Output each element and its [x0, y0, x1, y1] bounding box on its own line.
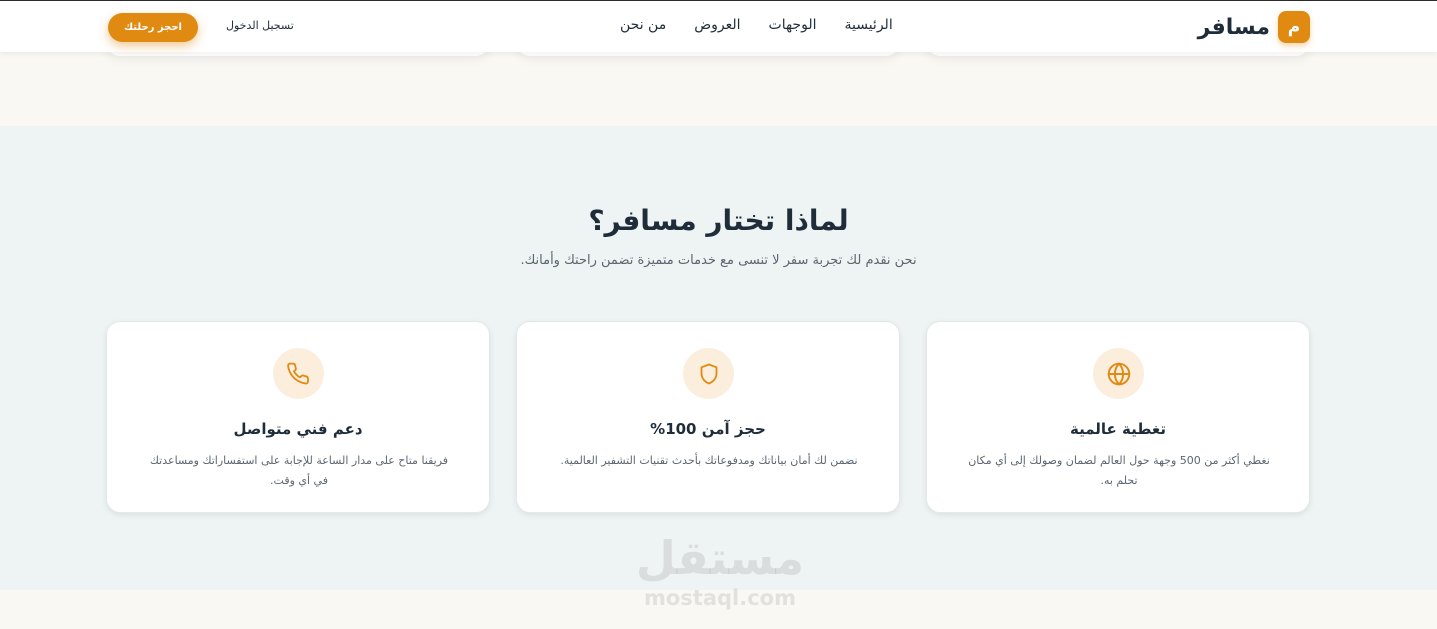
feature-card-support: دعم فني متواصل فريقنا متاح على مدار السا… [106, 321, 490, 513]
book-trip-button[interactable]: احجز رحلتك [108, 13, 198, 42]
feature-description: نغطي أكثر من 500 وجهة حول العالم لضمان و… [968, 454, 1270, 487]
brand-name: مسافر [1197, 14, 1270, 40]
feature-title: دعم فني متواصل [233, 420, 363, 438]
nav-item-offers[interactable]: العروض [694, 17, 740, 33]
why-choose-section: لماذا تختار مسافر؟ نحن نقدم لك تجربة سفر… [0, 126, 1437, 590]
nav-item-home[interactable]: الرئيسية [844, 17, 892, 33]
login-link[interactable]: تسجيل الدخول [226, 19, 294, 32]
feature-description: نضمن لك أمان بياناتك ومدفوعاتك بأحدث تقن… [560, 454, 858, 467]
nav-item-destinations[interactable]: الوجهات [769, 17, 817, 33]
section-title: لماذا تختار مسافر؟ [588, 204, 849, 237]
feature-title: تغطية عالمية [1070, 420, 1166, 438]
feature-card-global: تغطية عالمية نغطي أكثر من 500 وجهة حول ا… [926, 321, 1310, 513]
brand-mark-icon: م [1278, 11, 1310, 43]
feature-description: فريقنا متاح على مدار الساعة للإجابة على … [149, 454, 449, 487]
phone-icon [273, 348, 324, 399]
next-section-strip [0, 590, 1437, 629]
globe-icon [1093, 348, 1144, 399]
main-nav: الرئيسية الوجهات العروض من نحن [620, 17, 893, 33]
shield-icon [683, 348, 734, 399]
feature-card-secure: حجز آمن 100% نضمن لك أمان بياناتك ومدفوع… [516, 321, 900, 513]
site-header: مسافر م الرئيسية الوجهات العروض من نحن ت… [0, 0, 1437, 52]
section-subtitle: نحن نقدم لك تجربة سفر لا تنسى مع خدمات م… [520, 253, 917, 268]
brand-logo[interactable]: مسافر م [1198, 11, 1310, 43]
nav-item-about[interactable]: من نحن [620, 17, 666, 33]
feature-title: حجز آمن 100% [650, 420, 766, 438]
